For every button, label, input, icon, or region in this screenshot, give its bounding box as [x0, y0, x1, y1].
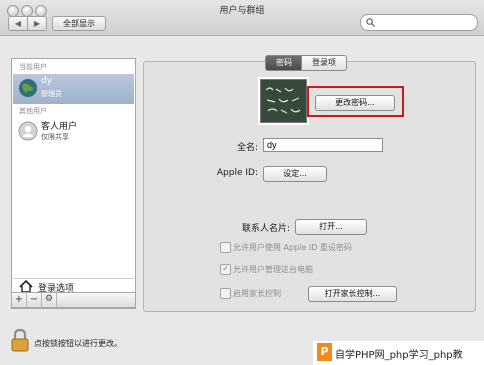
- lock-icon[interactable]: [11, 328, 29, 352]
- users-sidebar: 当前用户 dy 管理员 其他用户 客人用户 仅限共享 登录选项: [11, 58, 136, 309]
- apple-id-set-button[interactable]: 设定...: [263, 166, 327, 182]
- watermark-text: 自学PHP网_php学习_php教: [335, 350, 463, 361]
- watermark: P 自学PHP网_php学习_php教: [313, 341, 484, 365]
- contact-card-open-button[interactable]: 打开...: [295, 219, 367, 235]
- forward-arrow-icon: ▶: [33, 19, 41, 28]
- back-button[interactable]: ◀: [8, 16, 28, 31]
- user-name: 客人用户: [41, 122, 78, 132]
- open-parental-controls-button[interactable]: 打开家长控制...: [308, 286, 397, 302]
- user-row-dy[interactable]: dy 管理员: [13, 74, 134, 104]
- globe-avatar-icon: [19, 79, 37, 97]
- allow-admin-checkbox[interactable]: ✓: [220, 264, 231, 275]
- back-arrow-icon: ◀: [14, 19, 22, 28]
- other-users-header: 其他用户: [19, 107, 47, 115]
- highlight-box: [307, 86, 404, 117]
- user-role: 管理员: [41, 90, 62, 98]
- tab-login-items[interactable]: 登录项: [301, 55, 347, 71]
- full-name-field[interactable]: [263, 138, 383, 152]
- lock-hint-text: 点按锁按钮以进行更改。: [34, 339, 122, 348]
- apple-id-label: Apple ID:: [216, 168, 258, 178]
- parental-controls-checkbox[interactable]: [220, 288, 231, 299]
- contact-card-label: 联系人名片:: [241, 224, 290, 234]
- title-bar: 用户与群组 ◀ ▶ 全部显示: [0, 0, 484, 36]
- watermark-logo-icon: P: [317, 343, 332, 361]
- forward-button[interactable]: ▶: [27, 16, 47, 31]
- chalkboard-picture-icon: [261, 80, 306, 122]
- parental-controls-label: 启用家长控制: [233, 289, 281, 298]
- user-role: 仅限共享: [41, 133, 69, 141]
- allow-admin-label: 允许用户管理这台电脑: [233, 265, 313, 274]
- gear-icon[interactable]: ⚙: [42, 293, 57, 307]
- show-all-button[interactable]: 全部显示: [52, 16, 106, 31]
- guest-user-icon: [18, 121, 38, 141]
- search-icon: [366, 18, 375, 27]
- sidebar-toolbar: + − ⚙: [11, 292, 136, 308]
- user-name: dy: [41, 76, 53, 86]
- allow-reset-checkbox[interactable]: [220, 242, 231, 253]
- user-picture[interactable]: [260, 79, 307, 123]
- allow-reset-label: 允许用户使用 Apple ID 重设密码: [233, 243, 352, 252]
- search-field[interactable]: [360, 14, 478, 31]
- remove-user-button[interactable]: −: [27, 293, 42, 307]
- user-row-guest[interactable]: 客人用户 仅限共享: [13, 117, 134, 147]
- add-user-button[interactable]: +: [12, 293, 27, 307]
- full-name-label: 全名:: [236, 143, 258, 153]
- tab-password[interactable]: 密码: [265, 55, 303, 71]
- search-input[interactable]: [376, 16, 470, 27]
- current-users-header: 当前用户: [19, 63, 47, 71]
